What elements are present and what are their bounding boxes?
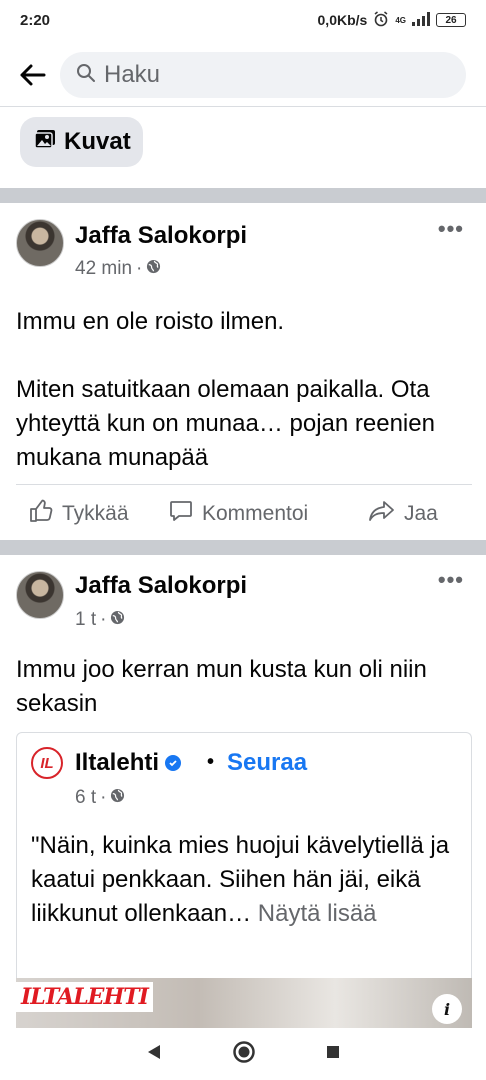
shared-meta: 6 t · xyxy=(75,787,125,809)
wordmark-text: ILTALEHTI xyxy=(21,984,149,1010)
meta-dot: · xyxy=(136,258,143,279)
battery-icon: 26 xyxy=(436,13,466,27)
triangle-back-icon[interactable] xyxy=(145,1043,163,1066)
avatar[interactable] xyxy=(16,571,64,619)
shared-page-label: Iltalehti xyxy=(75,749,160,776)
shared-time[interactable]: 6 t xyxy=(75,787,96,809)
shared-page-name[interactable]: Iltalehti xyxy=(75,749,182,777)
square-recents-icon[interactable] xyxy=(325,1044,341,1065)
globe-icon xyxy=(110,609,125,631)
more-options-icon[interactable]: ••• xyxy=(438,216,464,242)
comment-label: Kommentoi xyxy=(202,502,309,525)
see-more-link[interactable]: Näytä lisää xyxy=(258,900,377,927)
meta-dot: · xyxy=(100,609,107,630)
like-button[interactable]: Tykkää xyxy=(28,498,129,530)
post-time[interactable]: 42 min xyxy=(75,258,132,280)
chip-label: Kuvat xyxy=(64,128,131,155)
iltalehti-logo[interactable]: IL xyxy=(31,747,63,779)
header-divider xyxy=(0,106,486,107)
like-label: Tykkää xyxy=(62,502,129,525)
post-author[interactable]: Jaffa Salokorpi xyxy=(75,572,247,600)
meta-dot: · xyxy=(100,787,107,808)
alarm-icon xyxy=(373,10,389,30)
iltalehti-wordmark: ILTALEHTI xyxy=(16,982,153,1012)
system-nav-bar xyxy=(0,1028,486,1080)
share-icon xyxy=(368,498,396,530)
arrow-left-icon[interactable] xyxy=(10,53,54,97)
status-indicators: 0,0Kb/s 4G 26 xyxy=(317,10,466,30)
share-button[interactable]: Jaa xyxy=(368,498,438,530)
follow-separator: • xyxy=(207,751,215,773)
post-separator xyxy=(0,188,486,203)
circle-home-icon[interactable] xyxy=(232,1040,256,1069)
post-text: Immu en ole roisto ilmen. Miten satuitka… xyxy=(16,308,435,471)
share-label: Jaa xyxy=(404,502,438,525)
shared-body: "Näin, kuinka mies huojui kävelytiellä j… xyxy=(31,832,450,927)
photos-filter-chip[interactable]: Kuvat xyxy=(20,117,143,167)
more-options-icon[interactable]: ••• xyxy=(438,567,464,593)
avatar[interactable] xyxy=(16,219,64,267)
article-preview-image[interactable]: ILTALEHTI i xyxy=(16,978,472,1028)
comment-button[interactable]: Kommentoi xyxy=(168,498,308,530)
info-icon[interactable]: i xyxy=(432,994,462,1024)
post-author[interactable]: Jaffa Salokorpi xyxy=(75,222,247,250)
status-time: 2:20 xyxy=(20,11,51,29)
follow-button[interactable]: Seuraa xyxy=(227,749,307,777)
comment-icon xyxy=(168,498,194,530)
shared-post[interactable]: IL Iltalehti • Seuraa 6 t · "Näin, kuink… xyxy=(16,732,472,980)
globe-icon xyxy=(110,787,125,809)
post-actions: Tykkää Kommentoi Jaa xyxy=(0,488,486,540)
post-separator xyxy=(0,540,486,555)
shared-text: "Näin, kuinka mies huojui kävelytiellä j… xyxy=(31,829,451,931)
search-input[interactable] xyxy=(104,61,404,89)
globe-icon xyxy=(146,258,161,280)
actions-divider xyxy=(16,484,472,485)
signal-icon xyxy=(412,11,430,29)
search-field[interactable] xyxy=(60,52,466,98)
photos-icon xyxy=(34,128,56,156)
verified-badge-icon xyxy=(165,755,182,771)
search-icon xyxy=(76,63,96,88)
thumbs-up-icon xyxy=(28,498,54,530)
post-meta: 42 min · xyxy=(75,258,161,280)
post-text: Immu joo kerran mun kusta kun oli niin s… xyxy=(16,656,427,717)
search-header xyxy=(0,52,486,98)
post-time[interactable]: 1 t xyxy=(75,609,96,631)
net-speed: 0,0Kb/s xyxy=(317,12,368,28)
network-type: 4G xyxy=(395,15,406,25)
post-meta: 1 t · xyxy=(75,609,125,631)
status-bar: 2:20 0,0Kb/s 4G 26 xyxy=(0,0,486,40)
